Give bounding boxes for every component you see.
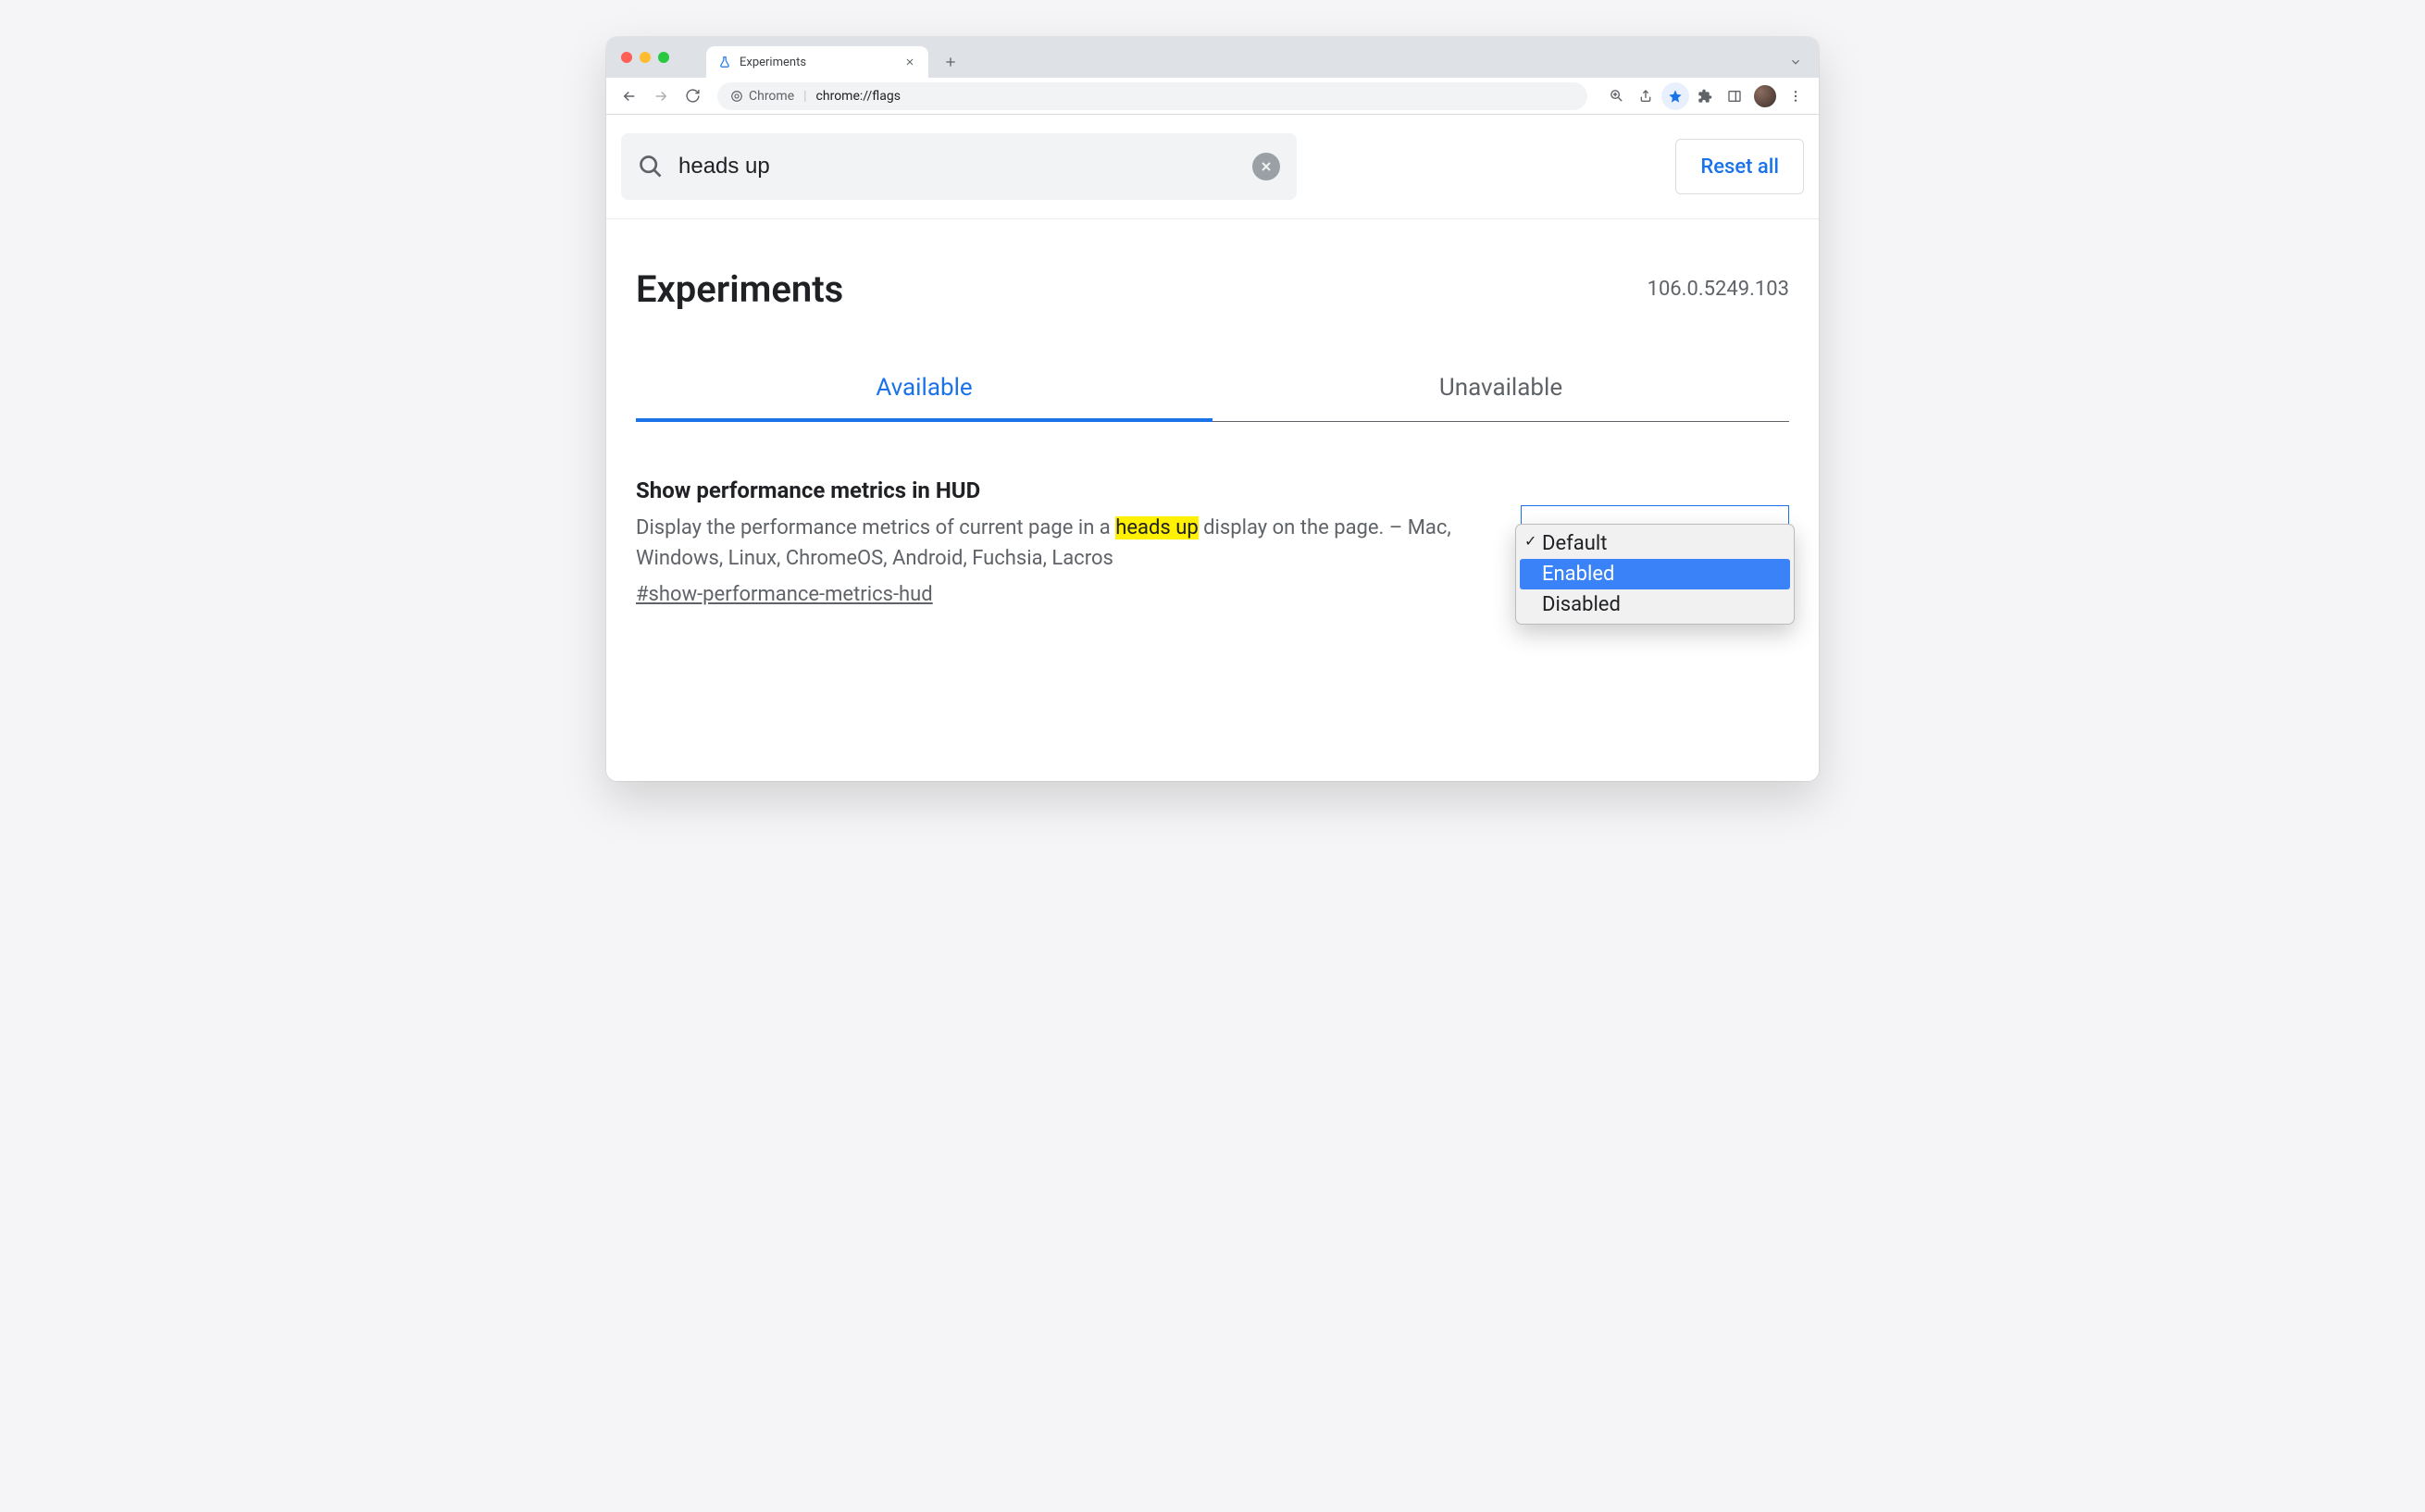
toolbar-right — [1602, 82, 1809, 110]
tabs-dropdown-icon[interactable] — [1789, 56, 1802, 68]
tab-title: Experiments — [740, 56, 806, 69]
flag-select[interactable]: Default Enabled Disabled — [1521, 505, 1789, 542]
page-title: Experiments — [636, 267, 843, 311]
version-label: 106.0.5249.103 — [1648, 278, 1789, 301]
extensions-icon[interactable] — [1691, 82, 1719, 110]
page-content: Reset all Experiments 106.0.5249.103 Ava… — [606, 115, 1819, 781]
option-disabled[interactable]: Disabled — [1520, 589, 1790, 620]
search-icon — [638, 154, 664, 180]
zoom-icon[interactable] — [1602, 82, 1630, 110]
close-tab-icon[interactable] — [902, 55, 917, 69]
window-controls — [621, 52, 669, 63]
browser-tab[interactable]: Experiments — [706, 46, 928, 78]
reset-all-label: Reset all — [1700, 155, 1779, 179]
flag-title: Show performance metrics in HUD — [636, 477, 1474, 503]
reload-button[interactable] — [678, 82, 706, 110]
search-row: Reset all — [606, 115, 1819, 219]
forward-button[interactable] — [647, 82, 675, 110]
close-window-button[interactable] — [621, 52, 632, 63]
main-content: Experiments 106.0.5249.103 Available Una… — [606, 219, 1819, 643]
omnibox[interactable]: Chrome | chrome://flags — [717, 82, 1587, 110]
flag-id-link[interactable]: #show-performance-metrics-hud — [636, 583, 933, 606]
flag-info: Show performance metrics in HUD Display … — [636, 477, 1474, 606]
omnibox-url: chrome://flags — [816, 89, 901, 104]
flask-icon — [717, 55, 732, 69]
site-chip: Chrome — [730, 89, 794, 104]
option-enabled[interactable]: Enabled — [1520, 559, 1790, 589]
bookmark-star-icon[interactable] — [1661, 82, 1689, 110]
flag-desc-highlight: heads up — [1115, 516, 1198, 539]
browser-window: Experiments Chrome | chrome:/ — [606, 37, 1819, 781]
tab-unavailable[interactable]: Unavailable — [1212, 357, 1789, 422]
select-dropdown: Default Enabled Disabled — [1515, 524, 1795, 625]
back-button[interactable] — [616, 82, 643, 110]
flag-item: Show performance metrics in HUD Display … — [636, 477, 1789, 606]
chrome-icon — [730, 90, 743, 103]
flag-description: Display the performance metrics of curre… — [636, 513, 1474, 574]
toolbar: Chrome | chrome://flags — [606, 78, 1819, 115]
flag-desc-before: Display the performance metrics of curre… — [636, 516, 1115, 539]
omnibox-separator: | — [803, 89, 806, 104]
omnibox-chip-label: Chrome — [749, 89, 794, 104]
reset-all-button[interactable]: Reset all — [1675, 139, 1804, 194]
option-default[interactable]: Default — [1520, 528, 1790, 559]
share-icon[interactable] — [1632, 82, 1660, 110]
clear-search-icon[interactable] — [1252, 153, 1280, 180]
title-row: Experiments 106.0.5249.103 — [636, 267, 1789, 311]
profile-avatar[interactable] — [1754, 85, 1776, 107]
fullscreen-window-button[interactable] — [658, 52, 669, 63]
new-tab-button[interactable] — [938, 49, 964, 75]
flags-tabs: Available Unavailable — [636, 357, 1789, 422]
tab-strip: Experiments — [606, 37, 1819, 78]
minimize-window-button[interactable] — [640, 52, 651, 63]
search-input[interactable] — [678, 154, 1237, 180]
search-box — [621, 133, 1297, 200]
sidepanel-icon[interactable] — [1721, 82, 1748, 110]
kebab-menu-icon[interactable] — [1782, 82, 1809, 110]
tab-available[interactable]: Available — [636, 357, 1212, 422]
